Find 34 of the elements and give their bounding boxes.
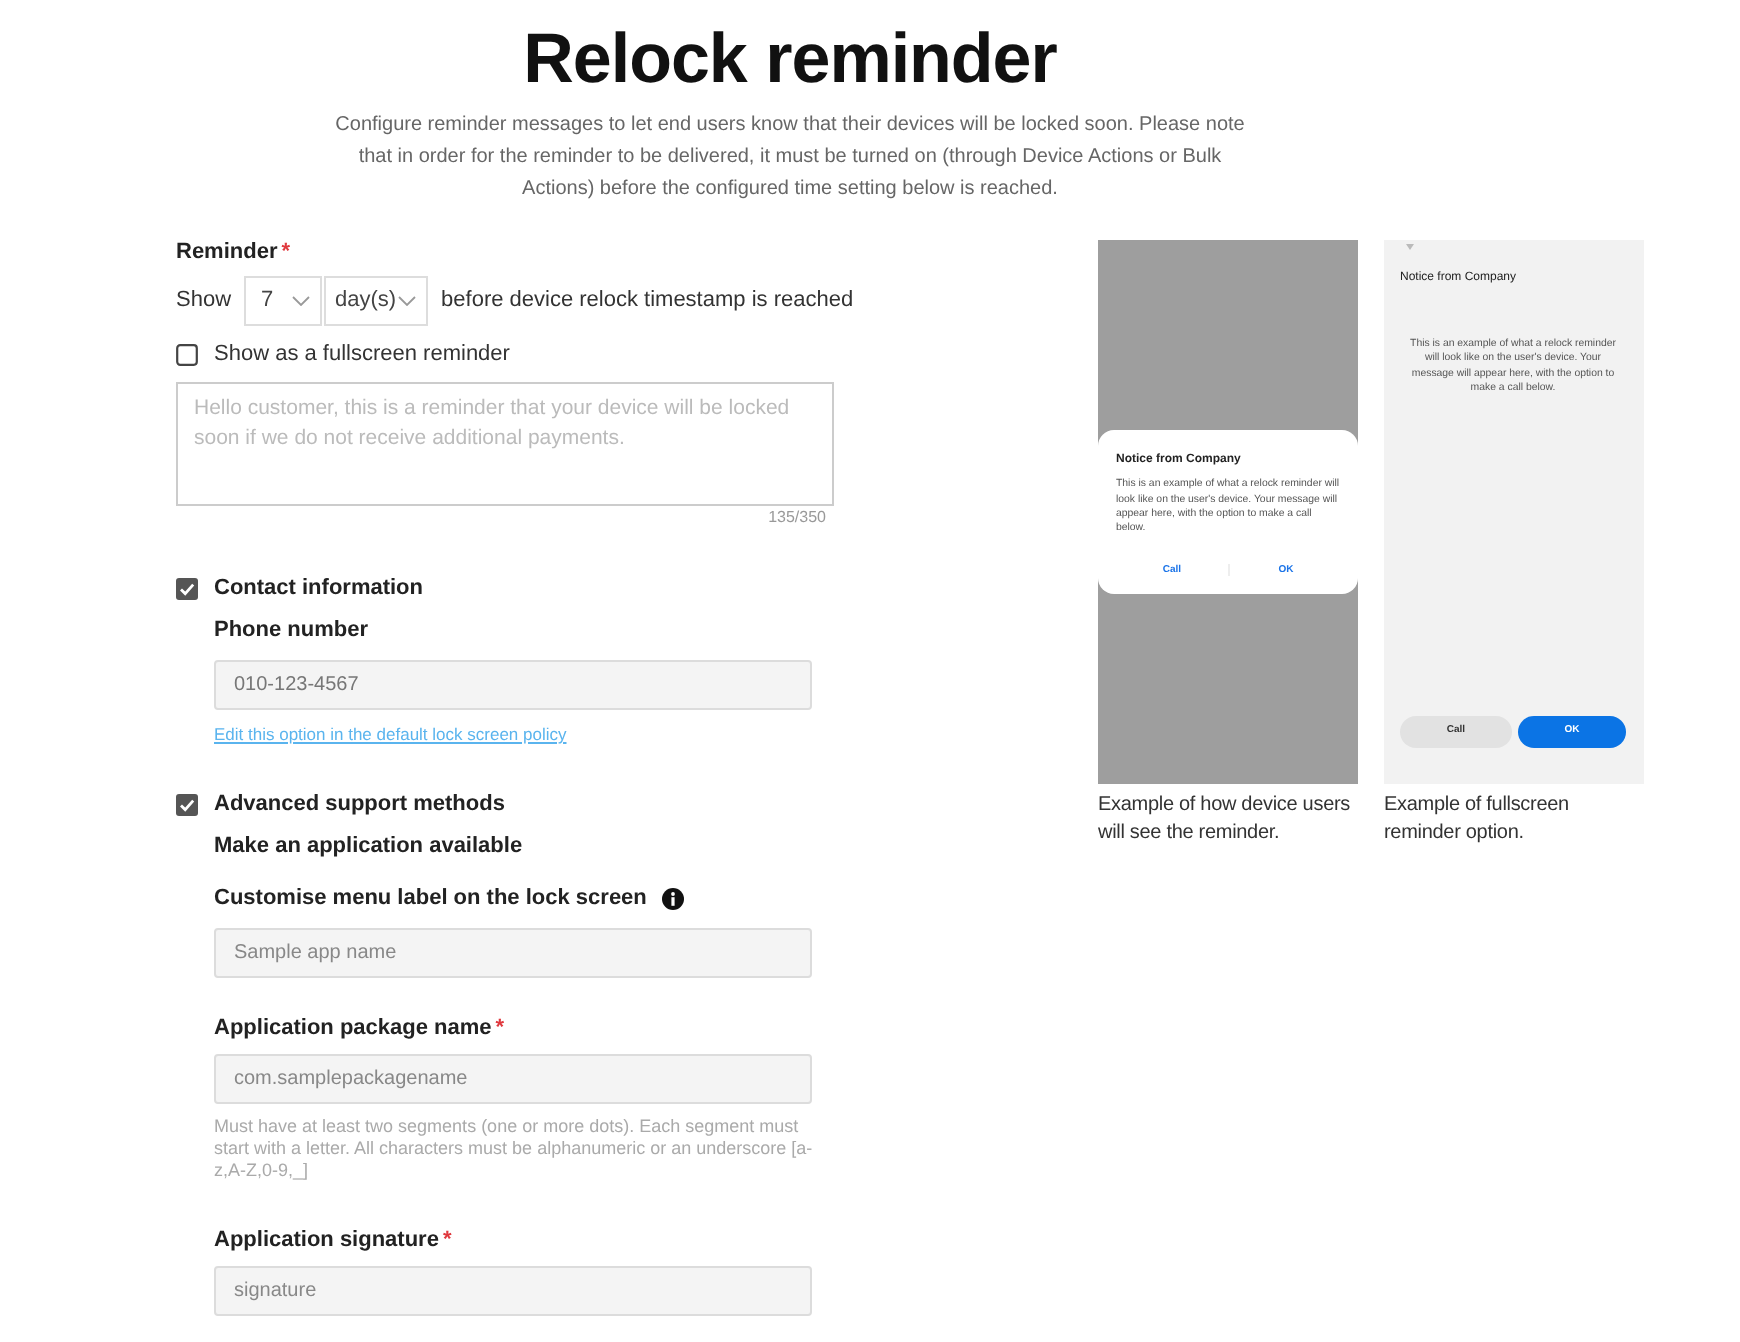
message-field[interactable]: Hello customer, this is a reminder that your device will be locked soon if we do not receive additional payments.	[176, 382, 834, 506]
required-mark: *	[495, 1014, 505, 1044]
checkbox-label: Advanced support methods	[214, 790, 505, 818]
checkbox-label: Show as a fullscreen reminder	[214, 340, 510, 368]
text-field[interactable]: com.samplepackagename	[214, 1054, 812, 1104]
field-label: Application signature	[214, 1226, 439, 1256]
checkbox-label: Contact information	[214, 574, 423, 602]
count-dropdown[interactable]: 7	[243, 276, 322, 326]
page-title: Relock reminder	[521, 20, 1059, 100]
phone-number-field[interactable]: 010-123-4567	[214, 660, 812, 710]
field-label: Reminder	[176, 238, 278, 268]
field-hint: Must have at least two segments (one or more dots). Each segment must start with a letter. All characters must be alphanumeric or an underscore [a-z,A-Z,0-9,_]	[214, 1116, 814, 1182]
checkbox[interactable]	[176, 343, 198, 365]
chevron-down-icon	[397, 296, 416, 306]
unit-dropdown[interactable]: day(s)	[323, 276, 428, 326]
required-mark: *	[442, 1226, 452, 1256]
info-icon[interactable]	[662, 887, 685, 909]
small-triangle-icon	[1406, 244, 1414, 250]
page-description: Configure reminder messages to let end users know that their devices will be locked soon. Please note that in order for the reminder to be delivered, it must be turned on (through Device Actions or Bulk Actions) before the configured time setting below is reached.	[333, 112, 1247, 204]
required-mark: *	[281, 238, 291, 268]
field-label: Application package name	[214, 1014, 492, 1044]
text-field[interactable]: Sample app name	[214, 928, 812, 978]
character-counter: 135/350	[766, 508, 826, 528]
preview-caption: Example of how device users will see the reminder.	[1098, 792, 1353, 848]
checkbox[interactable]	[176, 577, 198, 599]
timing-label: before device relock timestamp is reached	[441, 286, 854, 317]
chevron-down-icon	[291, 296, 310, 306]
text-field[interactable]: signature	[214, 1266, 812, 1316]
checkbox[interactable]	[176, 793, 198, 815]
field-label: Customise menu label on the lock screen	[214, 884, 647, 914]
preview-caption: Example of fullscreen reminder option.	[1384, 792, 1571, 848]
section-subtitle: Make an application available	[214, 832, 525, 862]
field-label: Phone number	[214, 616, 369, 646]
show-label: Show	[176, 286, 232, 317]
